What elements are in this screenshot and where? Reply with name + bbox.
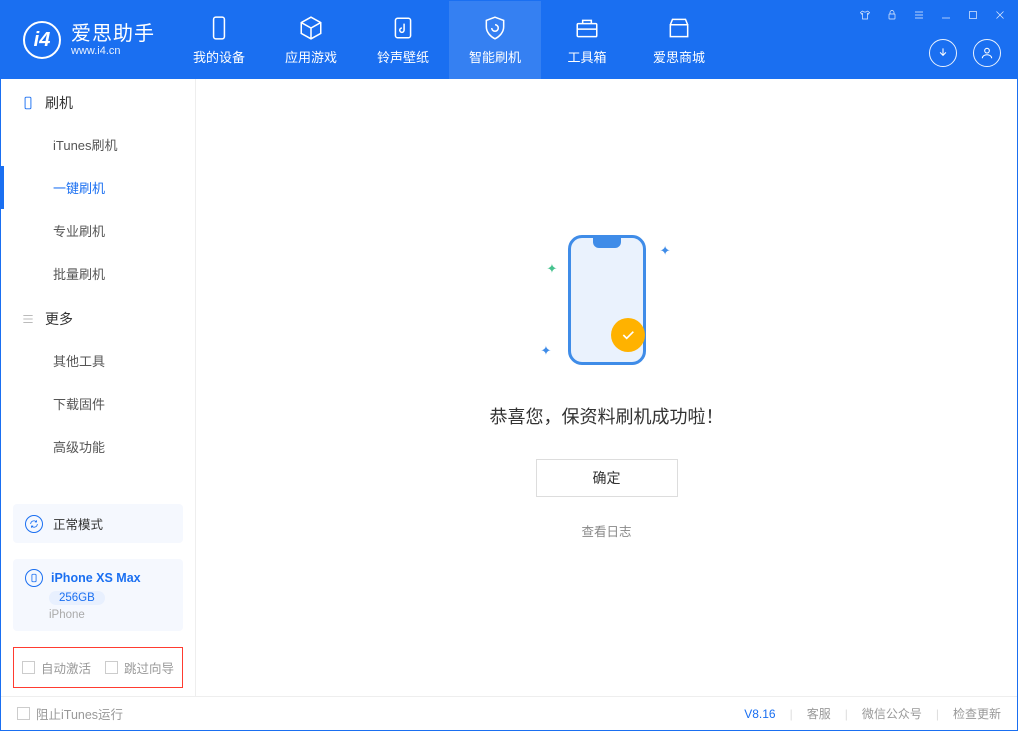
options-highlight: 自动激活 跳过向导: [13, 647, 183, 688]
header: i4 爱思助手 www.i4.cn 我的设备 应用游戏 铃声壁纸 智能刷机: [1, 1, 1017, 79]
body: 刷机 iTunes刷机 一键刷机 专业刷机 批量刷机 更多 其他工具 下载固件 …: [1, 79, 1017, 696]
nav-label: 智能刷机: [469, 47, 521, 66]
sidebar-item-itunes-flash[interactable]: iTunes刷机: [1, 123, 195, 166]
lock-icon[interactable]: [884, 9, 899, 21]
footer: 阻止iTunes运行 V8.16 | 客服 | 微信公众号 | 检查更新: [1, 696, 1017, 730]
checkbox-icon: [105, 661, 118, 674]
success-illustration: ✦ ✦ ✦: [547, 235, 667, 375]
list-icon: [21, 312, 35, 326]
logo-icon: i4: [23, 21, 61, 59]
nav-device[interactable]: 我的设备: [173, 1, 265, 79]
logo-subtitle: www.i4.cn: [71, 45, 155, 57]
sidebar-section-flash: 刷机: [1, 79, 195, 123]
checkbox-label: 阻止iTunes运行: [36, 704, 123, 723]
device-type: iPhone: [49, 609, 85, 621]
footer-update[interactable]: 检查更新: [953, 705, 1001, 722]
sidebar-section-more: 更多: [1, 295, 195, 339]
music-file-icon: [390, 15, 416, 41]
check-badge-icon: [611, 318, 645, 352]
maximize-icon[interactable]: [965, 9, 980, 21]
version-label: V8.16: [744, 707, 775, 721]
success-message: 恭喜您，保资料刷机成功啦！: [490, 403, 724, 429]
device-phone-icon: [25, 569, 43, 587]
device-name: iPhone XS Max: [51, 571, 141, 585]
sparkle-icon: ✦: [541, 343, 552, 359]
user-button[interactable]: [973, 39, 1001, 67]
nav-label: 铃声壁纸: [377, 47, 429, 66]
cube-icon: [298, 15, 324, 41]
checkbox-icon: [17, 707, 30, 720]
device-capacity: 256GB: [49, 591, 105, 605]
checkbox-auto-activate[interactable]: 自动激活: [22, 658, 91, 677]
shield-refresh-icon: [482, 15, 508, 41]
logo-title: 爱思助手: [71, 23, 155, 45]
mode-label: 正常模式: [53, 514, 103, 533]
phone-icon: [21, 96, 35, 110]
nav-label: 工具箱: [567, 47, 606, 66]
main-content: ✦ ✦ ✦ 恭喜您，保资料刷机成功啦！ 确定 查看日志: [196, 79, 1017, 696]
refresh-icon: [25, 515, 43, 533]
nav-label: 爱思商城: [653, 47, 705, 66]
sidebar-item-download-fw[interactable]: 下载固件: [1, 382, 195, 425]
sidebar-item-pro-flash[interactable]: 专业刷机: [1, 209, 195, 252]
ok-button[interactable]: 确定: [536, 459, 678, 497]
sidebar-item-other-tools[interactable]: 其他工具: [1, 339, 195, 382]
nav-label: 应用游戏: [285, 47, 337, 66]
mode-box[interactable]: 正常模式: [13, 504, 183, 543]
nav-flash[interactable]: 智能刷机: [449, 1, 541, 79]
phone-graphic: [568, 235, 646, 365]
toolbox-icon: [574, 15, 600, 41]
store-icon: [666, 15, 692, 41]
sparkle-icon: ✦: [660, 243, 671, 259]
footer-support[interactable]: 客服: [807, 705, 831, 722]
sidebar: 刷机 iTunes刷机 一键刷机 专业刷机 批量刷机 更多 其他工具 下载固件 …: [1, 79, 196, 696]
nav-label: 我的设备: [193, 47, 245, 66]
view-log-link[interactable]: 查看日志: [581, 521, 631, 540]
close-icon[interactable]: [992, 9, 1007, 21]
sidebar-item-oneclick-flash[interactable]: 一键刷机: [1, 166, 195, 209]
sidebar-item-advanced[interactable]: 高级功能: [1, 425, 195, 468]
nav-store[interactable]: 爱思商城: [633, 1, 725, 79]
checkbox-icon: [22, 661, 35, 674]
checkbox-label: 自动激活: [41, 658, 91, 677]
checkbox-label: 跳过向导: [124, 658, 174, 677]
footer-wechat[interactable]: 微信公众号: [862, 705, 922, 722]
nav-tabs: 我的设备 应用游戏 铃声壁纸 智能刷机 工具箱 爱思商城: [173, 1, 725, 79]
window-controls: [857, 9, 1007, 21]
nav-apps[interactable]: 应用游戏: [265, 1, 357, 79]
app-window: i4 爱思助手 www.i4.cn 我的设备 应用游戏 铃声壁纸 智能刷机: [0, 0, 1018, 731]
header-actions: [929, 39, 1001, 67]
download-button[interactable]: [929, 39, 957, 67]
sparkle-icon: ✦: [547, 261, 558, 277]
menu-icon[interactable]: [911, 9, 926, 21]
section-label: 刷机: [45, 93, 73, 113]
section-label: 更多: [45, 309, 73, 329]
minimize-icon[interactable]: [938, 9, 953, 21]
nav-tools[interactable]: 工具箱: [541, 1, 633, 79]
phone-icon: [206, 15, 232, 41]
device-box[interactable]: iPhone XS Max 256GB iPhone: [13, 559, 183, 631]
shirt-icon[interactable]: [857, 9, 872, 21]
checkbox-skip-wizard[interactable]: 跳过向导: [105, 658, 174, 677]
checkbox-block-itunes[interactable]: 阻止iTunes运行: [17, 704, 123, 723]
nav-ringtone[interactable]: 铃声壁纸: [357, 1, 449, 79]
logo: i4 爱思助手 www.i4.cn: [1, 1, 173, 79]
sidebar-item-batch-flash[interactable]: 批量刷机: [1, 252, 195, 295]
